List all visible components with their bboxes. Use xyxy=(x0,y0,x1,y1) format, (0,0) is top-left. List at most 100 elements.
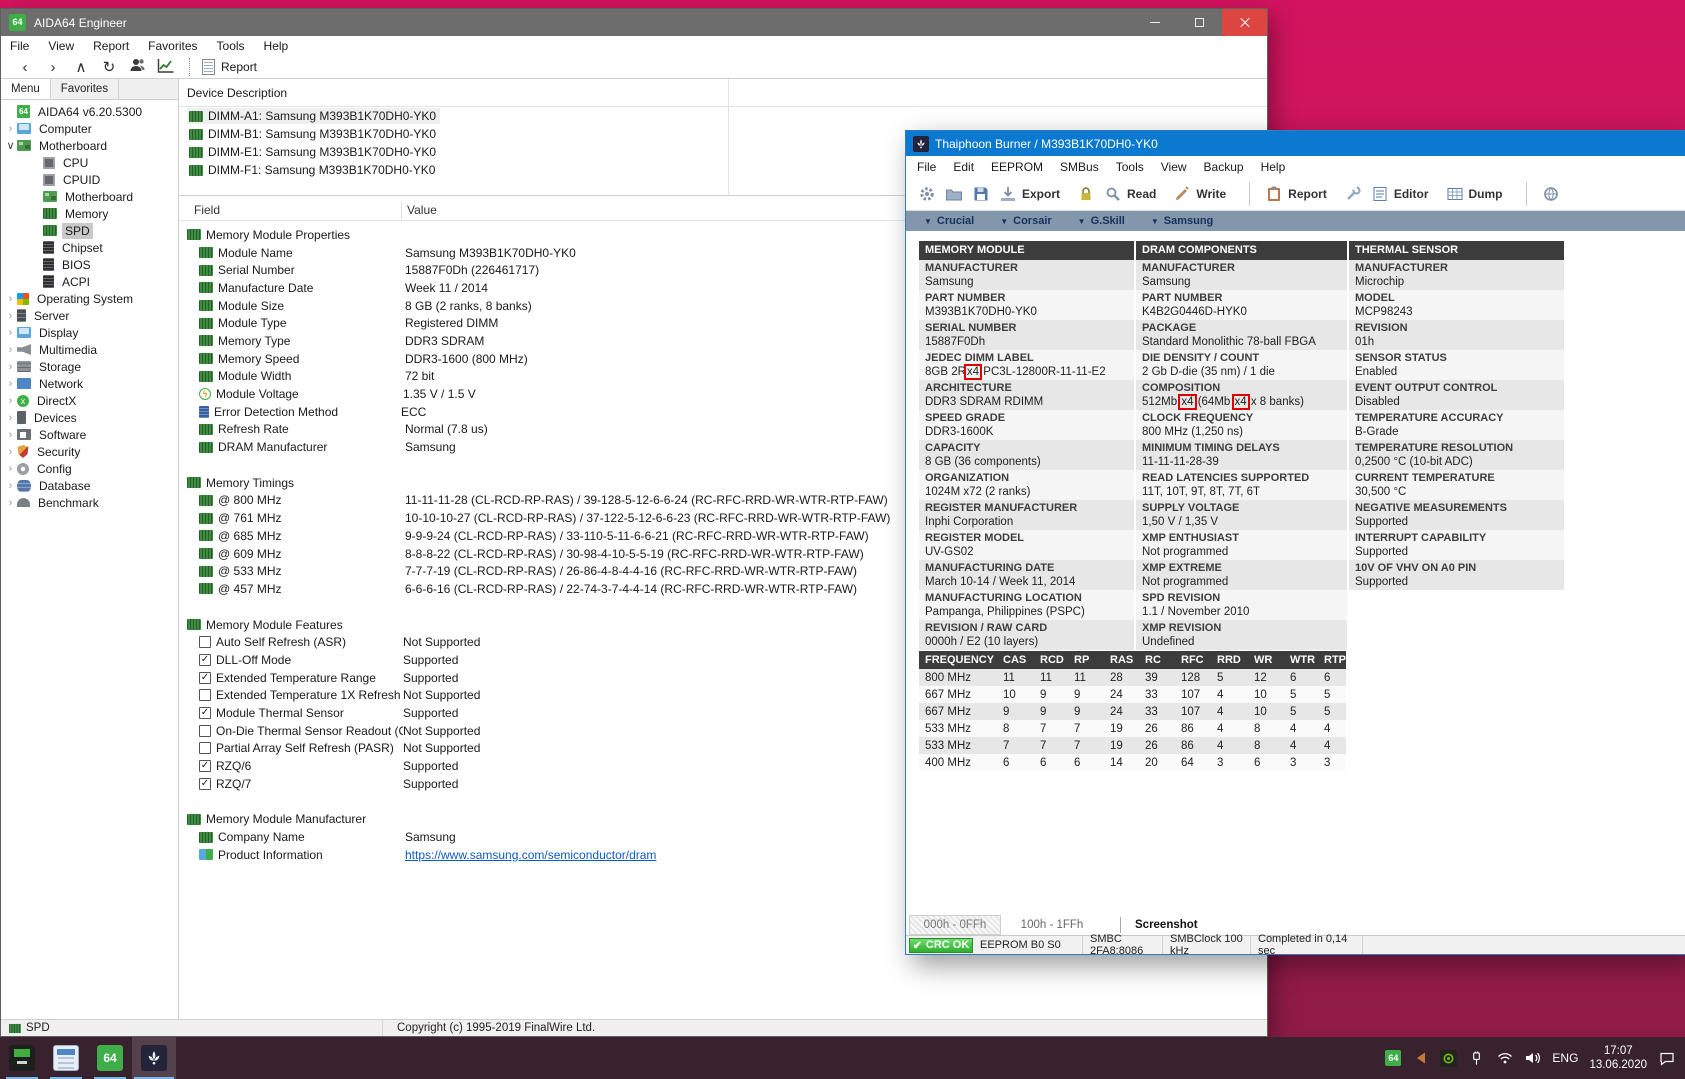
tree-expander-icon[interactable]: ∨ xyxy=(4,139,17,152)
vendor-corsair-menu[interactable]: ▼ Corsair xyxy=(1000,215,1051,227)
clock[interactable]: 17:07 13.06.2020 xyxy=(1589,1044,1647,1072)
users-icon[interactable] xyxy=(123,57,151,77)
menu-eeprom[interactable]: EEPROM xyxy=(991,160,1043,174)
tree-item[interactable]: › Security xyxy=(1,443,178,460)
tab-screenshot[interactable]: Screenshot xyxy=(1135,919,1198,931)
read-button[interactable]: Read xyxy=(1104,185,1156,203)
tree-item[interactable]: › Display xyxy=(1,324,178,341)
tree-item[interactable]: SPD xyxy=(1,222,178,239)
minimize-button[interactable] xyxy=(1132,9,1177,36)
dump-button[interactable]: Dump xyxy=(1446,185,1503,203)
field-value[interactable]: Samsung xyxy=(405,830,456,844)
tree-item[interactable]: › Server xyxy=(1,307,178,324)
tree-item[interactable]: › Operating System xyxy=(1,290,178,307)
tree-item[interactable]: › DirectX xyxy=(1,392,178,409)
tree-expander-icon[interactable]: › xyxy=(4,429,17,441)
thaiphoon-titlebar[interactable]: Thaiphoon Burner / M393B1K70DH0-YK0 xyxy=(906,131,1685,156)
tab-000h-0ffh[interactable]: 000h - 0FFh xyxy=(909,915,1001,935)
save-icon[interactable] xyxy=(972,185,990,203)
tree-item[interactable]: CPU xyxy=(1,154,178,171)
lock-icon[interactable] xyxy=(1077,185,1095,203)
tree-item[interactable]: ACPI xyxy=(1,273,178,290)
tree-item[interactable]: › Benchmark xyxy=(1,494,178,511)
back-icon[interactable]: ‹ xyxy=(11,59,39,76)
report-button[interactable]: Report xyxy=(1265,185,1327,203)
tree-expander-icon[interactable]: › xyxy=(4,446,17,458)
tree-expander-icon[interactable]: › xyxy=(4,480,17,492)
tree-expander-icon[interactable]: › xyxy=(4,395,17,407)
tree-item[interactable]: › Software xyxy=(1,426,178,443)
tree-expander-icon[interactable]: › xyxy=(4,463,17,475)
tree-item[interactable]: › Database xyxy=(1,477,178,494)
usb-icon[interactable] xyxy=(1468,1050,1485,1067)
tray-aida64-icon[interactable]: 64 xyxy=(1385,1050,1402,1066)
wrench-icon[interactable] xyxy=(1344,185,1362,203)
report-button[interactable]: Report xyxy=(200,59,257,75)
tree-item[interactable]: › Multimedia xyxy=(1,341,178,358)
open-folder-icon[interactable] xyxy=(945,185,963,203)
language-indicator[interactable]: ENG xyxy=(1552,1051,1578,1065)
tree-item[interactable]: Memory xyxy=(1,205,178,222)
aida64-titlebar[interactable]: 64 AIDA64 Engineer xyxy=(1,9,1267,36)
vendor-crucial-menu[interactable]: ▼ Crucial xyxy=(924,215,974,227)
taskbar-calculator-icon[interactable] xyxy=(44,1037,88,1079)
forward-icon[interactable]: › xyxy=(39,59,67,76)
tree-item[interactable]: › Network xyxy=(1,375,178,392)
menu-view[interactable]: View xyxy=(48,39,74,53)
menu-edit[interactable]: Edit xyxy=(953,160,974,174)
menu-file[interactable]: File xyxy=(917,160,936,174)
taskbar-thaiphoon-icon[interactable] xyxy=(132,1037,176,1079)
wifi-icon[interactable] xyxy=(1496,1050,1513,1067)
tree-expander-icon[interactable]: › xyxy=(4,412,17,424)
menu-help[interactable]: Help xyxy=(264,39,289,53)
menu-tools[interactable]: Tools xyxy=(217,39,245,53)
nvidia-icon[interactable] xyxy=(1440,1049,1458,1067)
browse-globe-icon[interactable] xyxy=(1542,185,1560,203)
field-value[interactable]: https://www.samsung.com/semiconductor/dr… xyxy=(405,848,656,862)
taskbar-app-icon-1[interactable] xyxy=(0,1037,44,1079)
tree-item[interactable]: CPUID xyxy=(1,171,178,188)
tab-100h-1ffh[interactable]: 100h - 1FFh xyxy=(1006,919,1098,931)
menu-backup[interactable]: Backup xyxy=(1204,160,1244,174)
menu-tools[interactable]: Tools xyxy=(1116,160,1144,174)
close-button[interactable] xyxy=(1222,9,1267,36)
device-list-item[interactable]: DIMM-A1: Samsung M393B1K70DH0-YK0 xyxy=(179,107,1267,125)
tree-item[interactable]: ∨ Motherboard xyxy=(1,137,178,154)
editor-button[interactable]: Editor xyxy=(1371,185,1429,203)
tree-expander-icon[interactable]: › xyxy=(4,327,17,339)
tree-expander-icon[interactable]: › xyxy=(4,293,17,305)
action-center-icon[interactable] xyxy=(1658,1050,1675,1067)
menu-view[interactable]: View xyxy=(1161,160,1187,174)
tree-item[interactable]: › Devices xyxy=(1,409,178,426)
tray-app-icon[interactable] xyxy=(1412,1050,1429,1067)
maximize-button[interactable] xyxy=(1177,9,1222,36)
menu-smbus[interactable]: SMBus xyxy=(1060,160,1099,174)
tree-expander-icon[interactable]: › xyxy=(4,310,17,322)
device-list-header[interactable]: Device Description xyxy=(179,79,1267,107)
tree-expander-icon[interactable]: › xyxy=(4,361,17,373)
tree-item[interactable]: Chipset xyxy=(1,239,178,256)
taskbar-aida64-icon[interactable]: 64 xyxy=(88,1037,132,1079)
value-column-header[interactable]: Value xyxy=(407,203,437,217)
tab-menu[interactable]: Menu xyxy=(1,79,51,99)
vendor-samsung-menu[interactable]: ▼ Samsung xyxy=(1151,215,1213,227)
tree-expander-icon[interactable]: › xyxy=(4,497,17,509)
tree-expander-icon[interactable]: › xyxy=(4,344,17,356)
tree-item[interactable]: Motherboard xyxy=(1,188,178,205)
refresh-icon[interactable]: ↻ xyxy=(95,58,123,76)
speaker-icon[interactable] xyxy=(1524,1050,1541,1067)
tree-item[interactable]: › Config xyxy=(1,460,178,477)
tree-expander-icon[interactable]: › xyxy=(4,123,17,135)
tab-favorites[interactable]: Favorites xyxy=(51,79,120,99)
menu-file[interactable]: File xyxy=(10,39,29,53)
tree-item[interactable]: BIOS xyxy=(1,256,178,273)
menu-report[interactable]: Report xyxy=(93,39,129,53)
tree-expander-icon[interactable]: › xyxy=(4,378,17,390)
up-icon[interactable]: ∧ xyxy=(67,58,95,76)
field-column-header[interactable]: Field xyxy=(194,203,220,217)
tree-item[interactable]: › Computer xyxy=(1,120,178,137)
menu-favorites[interactable]: Favorites xyxy=(148,39,197,53)
tree-item[interactable]: › Storage xyxy=(1,358,178,375)
menu-help[interactable]: Help xyxy=(1261,160,1286,174)
tree-item[interactable]: AIDA64 v6.20.5300 xyxy=(1,103,178,120)
